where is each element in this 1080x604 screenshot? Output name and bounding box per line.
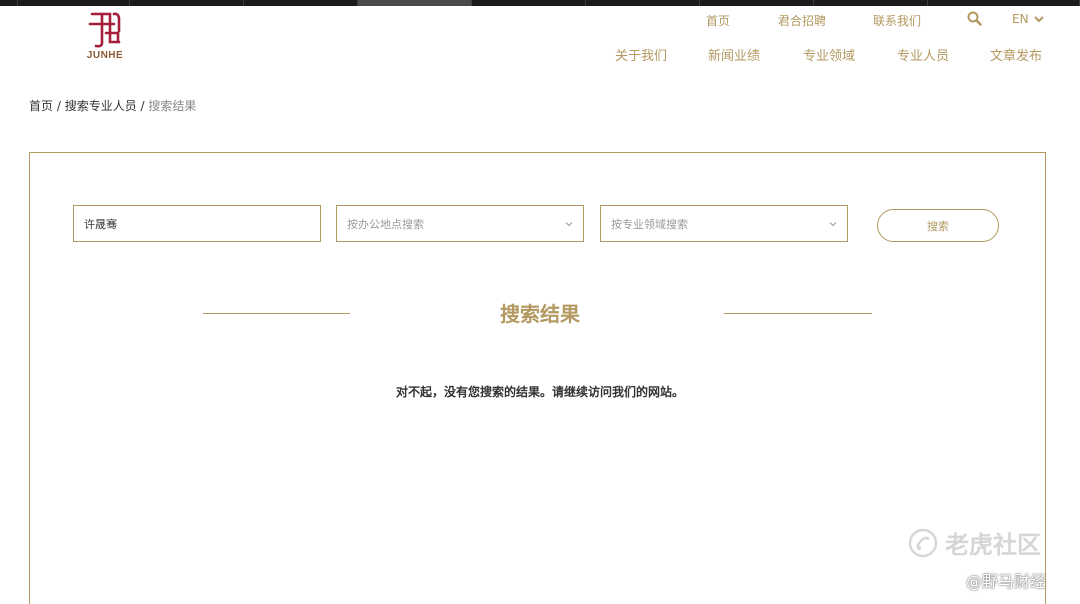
utility-contact-link[interactable]: 联系我们	[873, 12, 921, 29]
breadcrumb-separator: /	[53, 99, 65, 113]
breadcrumb-separator: /	[136, 99, 149, 113]
title-rule-right	[724, 313, 872, 314]
breadcrumb-search-people[interactable]: 搜索专业人员	[65, 99, 137, 113]
junhe-logo[interactable]: JUNHE	[82, 9, 128, 65]
junhe-seal-icon	[88, 12, 121, 48]
no-results-message: 对不起，没有您搜索的结果。请继续访问我们的网站。	[395, 385, 684, 399]
office-select[interactable]: 按办公地点搜索	[336, 205, 584, 242]
utility-home-link[interactable]: 首页	[706, 12, 730, 29]
utility-careers-link[interactable]: 君合招聘	[778, 12, 826, 29]
search-icon[interactable]	[967, 11, 982, 29]
language-label: EN	[1012, 12, 1029, 26]
breadcrumb-home[interactable]: 首页	[29, 99, 53, 113]
office-select-placeholder: 按办公地点搜索	[347, 217, 424, 231]
browser-tab-strip	[0, 0, 1080, 6]
chevron-down-icon	[1034, 16, 1045, 23]
nav-news[interactable]: 新闻业绩	[708, 45, 760, 64]
watermark-handle: @野马财经	[966, 572, 1047, 591]
results-title: 搜索结果	[500, 302, 580, 326]
nav-publications[interactable]: 文章发布	[990, 45, 1042, 64]
practice-area-select[interactable]: 按专业领域搜索	[600, 205, 848, 242]
name-search-input[interactable]	[73, 205, 321, 242]
chevron-down-icon	[565, 221, 573, 226]
practice-area-placeholder: 按专业领域搜索	[611, 217, 688, 231]
tiger-community-logo-icon	[908, 528, 938, 557]
watermark-brand-text: 老虎社区	[945, 531, 1041, 559]
watermark-brand: 老虎社区	[907, 525, 1041, 560]
breadcrumb: 首页 / 搜索专业人员 / 搜索结果	[29, 97, 196, 114]
nav-professionals[interactable]: 专业人员	[897, 45, 949, 64]
chevron-down-icon	[829, 221, 837, 226]
logo-text: JUNHE	[86, 50, 124, 61]
nav-practice-areas[interactable]: 专业领域	[803, 45, 855, 64]
nav-about[interactable]: 关于我们	[615, 45, 667, 64]
breadcrumb-current: 搜索结果	[148, 99, 197, 113]
language-switch[interactable]: EN	[1012, 12, 1045, 26]
search-button[interactable]: 搜索	[877, 209, 999, 242]
